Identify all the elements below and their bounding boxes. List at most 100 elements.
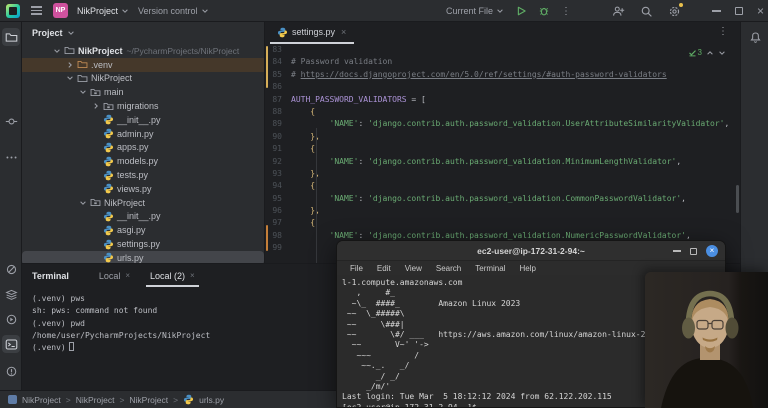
run-button[interactable] [515, 5, 527, 17]
project-badge[interactable]: NP [53, 3, 68, 18]
project-tool-icon[interactable] [2, 28, 20, 46]
chevron-down-icon[interactable] [76, 88, 89, 96]
terminal-tab-local-2-[interactable]: Local (2) × [140, 264, 205, 287]
project-name-menu[interactable]: NikProject [77, 6, 129, 16]
terminal-tool-icon[interactable] [2, 335, 20, 353]
code-line-90[interactable]: 90 }, [265, 131, 740, 143]
code-line-88[interactable]: 88 { [265, 106, 740, 118]
indent-guide [316, 128, 317, 263]
debug-button[interactable] [538, 5, 550, 17]
ssh-window-title-bar[interactable]: ec2-user@ip-172-31-2-94:~ × [337, 241, 725, 261]
project-panel-header[interactable]: Project [22, 22, 264, 44]
tab-close-icon[interactable]: × [190, 271, 195, 280]
tree-item-apps-py[interactable]: apps.py [22, 141, 264, 155]
ssh-maximize-button[interactable] [690, 248, 697, 255]
project-panel: Project NikProject~/PycharmProjects/NikP… [22, 22, 265, 265]
ssh-close-button[interactable]: × [706, 245, 718, 257]
tree-item-settings-py[interactable]: settings.py [22, 237, 264, 251]
python-icon [102, 128, 115, 139]
line-number: 85 [265, 69, 291, 81]
tree-item-tests-py[interactable]: tests.py [22, 168, 264, 182]
window-close-button[interactable]: × [757, 6, 764, 16]
ssh-menu-view[interactable]: View [398, 264, 429, 273]
package-icon [102, 101, 115, 112]
tab-settings-py[interactable]: settings.py × [270, 22, 354, 44]
terminal-panel-title[interactable]: Terminal [32, 271, 69, 281]
tree-item-admin-py[interactable]: admin.py [22, 127, 264, 141]
tree-item--venv[interactable]: .venv [22, 58, 264, 72]
tree-item-nikproject[interactable]: NikProject [22, 72, 264, 86]
chevron-right-icon[interactable] [63, 61, 76, 69]
commit-tool-icon[interactable] [2, 112, 20, 130]
code-line-96[interactable]: 96 }, [265, 205, 740, 217]
main-menu-icon[interactable] [29, 4, 44, 16]
window-minimize-button[interactable] [712, 10, 721, 11]
line-number: 86 [265, 81, 291, 93]
terminal-tab-label: Local (2) [150, 271, 185, 281]
problems-icon[interactable] [2, 362, 20, 380]
tree-item-models-py[interactable]: models.py [22, 154, 264, 168]
tree-item-migrations[interactable]: migrations [22, 99, 264, 113]
window-maximize-button[interactable] [735, 7, 743, 15]
tab-close-icon[interactable]: × [339, 27, 346, 37]
breadcrumb-item[interactable]: urls.py [199, 395, 224, 405]
chevron-right-icon[interactable] [89, 102, 102, 110]
ssh-menu-edit[interactable]: Edit [370, 264, 398, 273]
editor-scrollbar-thumb[interactable] [736, 185, 739, 213]
tree-item-asgi-py[interactable]: asgi.py [22, 223, 264, 237]
code-line-95[interactable]: 95 'NAME': 'django.contrib.auth.password… [265, 193, 740, 205]
code-line-87[interactable]: 87AUTH_PASSWORD_VALIDATORS = [ [265, 94, 740, 106]
chevron-down-icon[interactable] [76, 199, 89, 207]
code-line-85[interactable]: 85# https://docs.djangoproject.com/en/5.… [265, 69, 740, 81]
code-with-me-icon[interactable] [612, 5, 625, 18]
ssh-menu-help[interactable]: Help [512, 264, 542, 273]
tree-item-nikproject[interactable]: NikProject [22, 196, 264, 210]
tree-item--init-py[interactable]: __init__.py [22, 113, 264, 127]
code-line-91[interactable]: 91 { [265, 143, 740, 155]
line-number: 98 [265, 230, 291, 242]
breadcrumb-item[interactable]: NikProject [129, 395, 168, 405]
code-line-86[interactable]: 86 [265, 81, 740, 93]
ssh-menu-terminal[interactable]: Terminal [468, 264, 512, 273]
tree-item-label: settings.py [115, 239, 160, 249]
code-line-97[interactable]: 97 { [265, 217, 740, 229]
tree-item-label: NikProject [89, 73, 132, 83]
code-line-94[interactable]: 94 { [265, 180, 740, 192]
code-line-92[interactable]: 92 'NAME': 'django.contrib.auth.password… [265, 156, 740, 168]
python-packages-icon[interactable] [2, 260, 20, 278]
code-line-84[interactable]: 84# Password validation [265, 56, 740, 68]
tab-close-icon[interactable]: × [125, 271, 130, 280]
tree-item-views-py[interactable]: views.py [22, 182, 264, 196]
code-area[interactable]: 8384# Password validation85# https://doc… [265, 44, 740, 263]
ssh-menu-file[interactable]: File [343, 264, 370, 273]
code-line-83[interactable]: 83 [265, 44, 740, 56]
chevron-down-icon[interactable] [50, 47, 63, 55]
settings-gear-icon[interactable] [668, 5, 681, 18]
code-text: { [291, 143, 315, 155]
code-line-93[interactable]: 93 }, [265, 168, 740, 180]
search-everywhere-icon[interactable] [640, 5, 653, 18]
more-tools-icon[interactable] [2, 148, 20, 166]
line-number: 83 [265, 44, 291, 56]
services-icon[interactable] [2, 285, 20, 303]
python-file-icon [277, 27, 288, 38]
run-tool-icon[interactable] [2, 310, 20, 328]
code-line-89[interactable]: 89 'NAME': 'django.contrib.auth.password… [265, 118, 740, 130]
editor-options-icon[interactable]: ⋮ [718, 26, 728, 37]
tree-item-label: apps.py [115, 142, 149, 152]
breadcrumb-item[interactable]: NikProject [76, 395, 115, 405]
breadcrumb-item[interactable]: NikProject [22, 395, 61, 405]
line-number: 87 [265, 94, 291, 106]
line-number: 93 [265, 168, 291, 180]
ssh-minimize-button[interactable] [673, 250, 681, 251]
ssh-menu-search[interactable]: Search [429, 264, 468, 273]
version-control-menu[interactable]: Version control [138, 6, 209, 16]
notifications-bell-icon[interactable] [746, 28, 764, 46]
more-actions-icon[interactable]: ⋮ [561, 6, 571, 17]
tree-item-nikproject[interactable]: NikProject~/PycharmProjects/NikProject [22, 44, 264, 58]
terminal-tab-local[interactable]: Local× [89, 264, 140, 287]
chevron-down-icon[interactable] [63, 74, 76, 82]
run-configuration-selector[interactable]: Current File [446, 6, 504, 16]
tree-item-main[interactable]: main [22, 85, 264, 99]
tree-item--init-py[interactable]: __init__.py [22, 210, 264, 224]
